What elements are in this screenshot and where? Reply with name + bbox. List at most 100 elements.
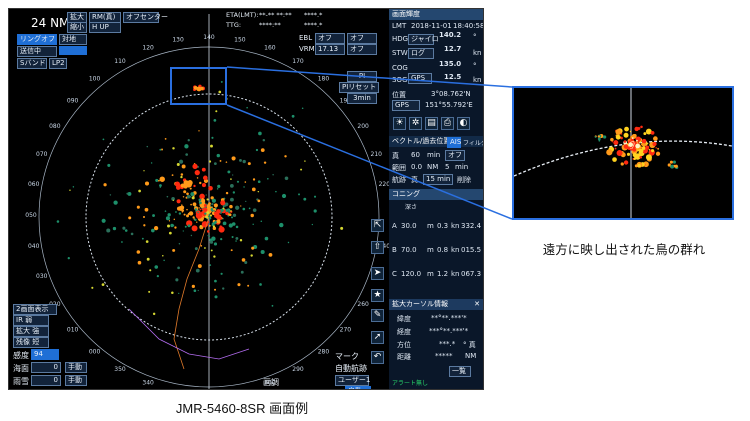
echo: [222, 206, 225, 208]
echo: [193, 184, 196, 188]
trail-clear[interactable]: 削除: [457, 175, 471, 185]
latitude: 3°08.762'N: [431, 90, 471, 98]
shrink-button[interactable]: 縮小: [67, 22, 87, 33]
user-button[interactable]: ユーザー1: [335, 375, 370, 386]
ir-select[interactable]: IR 弱: [13, 315, 49, 326]
list-button[interactable]: 一覧: [449, 366, 471, 377]
eraser-icon[interactable]: ✎: [371, 309, 384, 322]
pi-button[interactable]: PI: [347, 71, 377, 82]
echo: [102, 138, 105, 141]
echo: [220, 208, 224, 212]
vs-select[interactable]: 対地: [59, 34, 87, 45]
ttg-distance: ****.*: [304, 21, 323, 29]
brilliance-header[interactable]: 画面輝度: [389, 9, 483, 20]
ring-off-button[interactable]: リングオフ: [17, 34, 57, 45]
echo: [211, 236, 216, 241]
echo: [272, 174, 274, 176]
pointer-icon[interactable]: ➚: [371, 331, 384, 344]
conning-bearing: 332.4: [461, 222, 482, 230]
filter-button[interactable]: フィルター: [463, 138, 483, 147]
offcenter-button[interactable]: オフセンター: [123, 12, 168, 23]
day-night-icon[interactable]: ✲: [409, 117, 422, 130]
echo: [243, 186, 245, 188]
echo: [194, 218, 197, 222]
echo: [653, 136, 658, 141]
trail-time[interactable]: 15 min: [423, 174, 453, 185]
conning-depth-unit: m: [427, 270, 434, 278]
echo: [194, 247, 198, 251]
bearing-label: 050: [25, 212, 37, 219]
position-source[interactable]: GPS: [392, 100, 420, 111]
echo: [235, 225, 239, 229]
range-value[interactable]: 24 NM: [31, 16, 69, 30]
enhance-select[interactable]: 拡大 強: [13, 326, 49, 337]
gain-value[interactable]: 94: [31, 349, 59, 360]
cursor-brg-unit: ° 真: [463, 341, 476, 349]
echo: [185, 153, 189, 156]
hdg-label: HDG: [392, 35, 409, 43]
eta-distance: ****.*: [304, 11, 323, 19]
echo: [648, 148, 651, 151]
area-value[interactable]: 0.0: [411, 163, 422, 171]
orientation-select[interactable]: H UP: [89, 22, 121, 33]
star-icon[interactable]: ★: [371, 289, 384, 302]
cursor-brg-label: 方位: [397, 341, 411, 349]
pulse-select[interactable]: LP2: [49, 58, 67, 69]
ebl2-state[interactable]: オフ: [347, 33, 377, 44]
echo: [598, 139, 601, 142]
print-icon[interactable]: ⎙: [441, 117, 454, 130]
cog-value: 135.0: [439, 60, 462, 68]
echo: [122, 226, 126, 230]
cursor-icon[interactable]: ➤: [371, 267, 384, 280]
rain-value[interactable]: 0: [31, 375, 61, 386]
stw-source[interactable]: ログ: [408, 48, 434, 59]
pi-reset-button[interactable]: PIリセット: [339, 82, 379, 93]
auto-button[interactable]: 自動: [345, 386, 371, 389]
hdg-source[interactable]: ジャイロ: [408, 34, 439, 45]
echo: [242, 207, 246, 211]
echo: [271, 304, 274, 307]
echo: [164, 137, 167, 140]
echo: [222, 287, 225, 290]
cog-source[interactable]: GPS: [408, 73, 432, 84]
echo: [144, 181, 150, 186]
brightness-icon[interactable]: ☀: [393, 117, 406, 130]
tune-bar[interactable]: [59, 46, 87, 55]
sea-value[interactable]: 0: [31, 362, 61, 373]
undo-icon[interactable]: ↶: [371, 351, 384, 364]
trail-mode[interactable]: 真: [411, 175, 418, 185]
rain-mode[interactable]: 手動: [65, 375, 87, 386]
bearing-label: 150: [234, 37, 246, 44]
expand-icon[interactable]: ⇱: [371, 219, 384, 232]
echo: [195, 268, 200, 273]
echo: [612, 157, 617, 162]
ais-button[interactable]: AIS: [447, 137, 461, 148]
cursor-dist-label: 距離: [397, 353, 411, 361]
pi-time[interactable]: 3min: [347, 93, 377, 104]
past-time[interactable]: 5: [445, 163, 449, 171]
vector-time[interactable]: 60: [411, 151, 420, 159]
orientation-icon[interactable]: ⇧: [371, 241, 384, 254]
alert-status: アラート無し: [392, 380, 429, 387]
video-select[interactable]: 残像 短: [13, 337, 49, 348]
main-caption: JMR-5460-8SR 画面例: [175, 401, 309, 416]
echo: [106, 228, 111, 233]
transmit-button[interactable]: 送信中: [17, 46, 57, 57]
layer-icon[interactable]: ◐: [457, 117, 470, 130]
echo: [186, 194, 191, 199]
echo: [225, 211, 229, 216]
sea-mode[interactable]: 手動: [65, 362, 87, 373]
ebl-state[interactable]: オフ: [315, 33, 345, 44]
echo: [284, 155, 287, 158]
echo: [190, 234, 193, 237]
dual-display-button[interactable]: 2画面表示: [13, 304, 57, 315]
echo: [636, 139, 638, 142]
cursor-lat-label: 緯度: [397, 315, 411, 323]
chart-icon[interactable]: ▤: [425, 117, 438, 130]
vrm-value[interactable]: 17.13: [315, 44, 345, 55]
vrm-state[interactable]: オフ: [347, 44, 377, 55]
date-value: 2018-11-01: [411, 22, 452, 30]
vector-state[interactable]: オフ: [445, 150, 465, 161]
echo: [101, 283, 105, 287]
close-icon[interactable]: ✕: [474, 299, 480, 310]
